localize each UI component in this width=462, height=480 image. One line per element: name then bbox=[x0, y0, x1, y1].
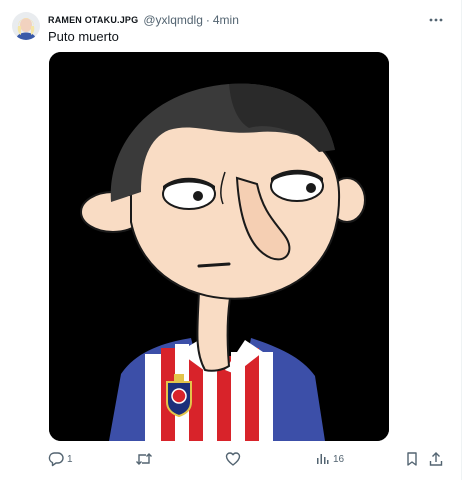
like-icon bbox=[225, 451, 241, 467]
author-name[interactable]: RAMEN OTAKU.JPG bbox=[48, 15, 138, 25]
tweet-header: RAMEN OTAKU.JPG @yxlqmdlg · 4min bbox=[48, 12, 239, 28]
timestamp[interactable]: 4min bbox=[213, 13, 239, 27]
repost-icon bbox=[135, 451, 153, 467]
repost-button[interactable] bbox=[135, 449, 153, 469]
share-button[interactable] bbox=[428, 449, 444, 469]
author-handle[interactable]: @yxlqmdlg bbox=[143, 13, 203, 27]
tweet-card[interactable]: RAMEN OTAKU.JPG @yxlqmdlg · 4min Puto mu… bbox=[0, 0, 462, 480]
views-icon bbox=[314, 451, 330, 467]
reply-button[interactable]: 1 bbox=[48, 449, 73, 469]
bookmark-button[interactable] bbox=[404, 449, 420, 469]
views-count: 16 bbox=[333, 453, 345, 465]
views-button[interactable]: 16 bbox=[314, 449, 344, 469]
action-bar: 1 16 bbox=[48, 449, 444, 469]
reply-count: 1 bbox=[67, 453, 73, 465]
like-button[interactable] bbox=[225, 449, 241, 469]
separator: · bbox=[205, 13, 210, 27]
bookmark-icon bbox=[404, 451, 420, 467]
share-icon bbox=[428, 451, 444, 467]
tweet-image[interactable] bbox=[49, 52, 389, 441]
tweet-text: Puto muerto bbox=[48, 29, 119, 44]
avatar[interactable] bbox=[12, 12, 40, 40]
reply-icon bbox=[48, 451, 64, 467]
more-icon[interactable] bbox=[426, 12, 446, 28]
